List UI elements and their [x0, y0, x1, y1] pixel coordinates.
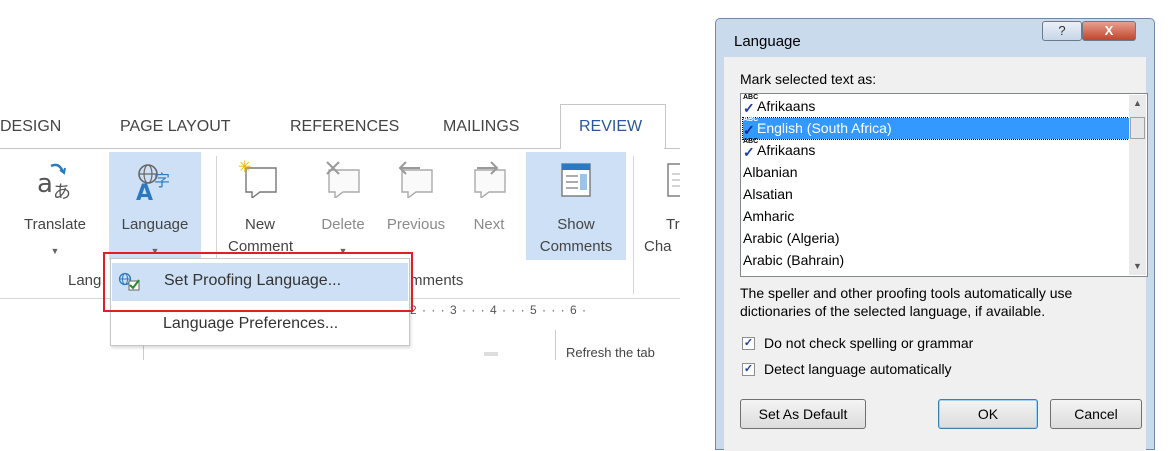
translate-label: Translate [24, 216, 86, 233]
language-name: Arabic (Bahrain) [743, 252, 845, 268]
language-button[interactable]: A 字 Language ▼ [109, 152, 201, 260]
proofing-check-icon: ✓ [743, 100, 755, 116]
language-list-item[interactable]: ABC ✓ Afrikaans [743, 138, 1131, 161]
show-comments-label-2: Comments [539, 238, 613, 255]
language-name: Afrikaans [757, 98, 816, 114]
language-label: Language [121, 216, 189, 233]
tab-review[interactable]: REVIEW [579, 118, 642, 136]
language-icon: A 字 [136, 164, 170, 202]
help-button[interactable]: ? [1042, 21, 1082, 41]
highlight-callout-box [103, 252, 413, 312]
comments-group-label: mments [410, 272, 464, 289]
language-name: Arabic (Algeria) [743, 230, 840, 246]
proofing-check-icon: ✓ [743, 144, 755, 160]
document-mark [484, 352, 498, 356]
next-label: Next [473, 216, 505, 233]
scroll-down-arrow-icon[interactable]: ▼ [1129, 258, 1146, 275]
next-comment-button[interactable]: Next [458, 152, 520, 260]
svg-text:a: a [37, 169, 53, 199]
language-name: Alsatian [743, 186, 793, 202]
detect-language-label: Detect language automatically [764, 361, 952, 377]
svg-text:字: 字 [154, 171, 170, 190]
language-listbox[interactable]: ABC ✓ Afrikaans ABC ✓ English (South Africa) A… [740, 93, 1148, 277]
track-changes-button[interactable]: Tr Cha [640, 152, 680, 260]
group-separator [633, 156, 634, 294]
svg-text:A: A [136, 181, 153, 202]
description-line-1: The speller and other proofing tools aut… [740, 285, 1073, 301]
language-dialog: Language ? X Mark selected text as: ABC ✓… [715, 18, 1155, 451]
language-list-item[interactable]: Alsatian [743, 184, 1131, 205]
new-comment-icon: ✳ [238, 158, 277, 198]
delete-label: Delete [321, 216, 365, 233]
language-list-item[interactable]: ABC ✓ English (South Africa) [742, 116, 1132, 140]
word-ribbon: DESIGN PAGE LAYOUT REFERENCES MAILINGS R… [0, 0, 680, 450]
chevron-down-icon: ▼ [50, 246, 60, 256]
tab-divider-line [664, 148, 680, 149]
delete-comment-icon [326, 161, 360, 198]
language-list-item[interactable]: Albanian [743, 162, 1131, 183]
scrollbar-thumb[interactable] [1130, 117, 1145, 139]
language-name: Afrikaans [757, 142, 816, 158]
document-text: Refresh the tab [566, 345, 655, 360]
track-changes-label-1: Tr [666, 216, 680, 233]
language-list-item[interactable]: Arabic (Bahrain) [743, 250, 1131, 271]
previous-comment-button[interactable]: Previous [376, 152, 456, 260]
previous-label: Previous [386, 216, 446, 233]
svg-text:✳: ✳ [238, 158, 251, 176]
document-edge [555, 330, 556, 360]
checkbox-box[interactable]: ✓ [742, 337, 755, 350]
menu-item-language-preferences[interactable]: Language Preferences... [163, 315, 338, 333]
track-changes-icon [667, 163, 680, 197]
tab-page-layout[interactable]: PAGE LAYOUT [120, 118, 231, 136]
translate-icon: a あ [37, 163, 71, 202]
tab-references[interactable]: REFERENCES [290, 118, 399, 136]
track-changes-label-2: Cha [644, 238, 672, 255]
horizontal-ruler: 2 · · · 3 · · · 4 · · · 5 · · · 6 · [410, 303, 587, 317]
next-comment-icon [474, 161, 506, 198]
dialog-body: Mark selected text as: ABC ✓ Afrikaans ABC ✓… [724, 57, 1148, 451]
ok-button[interactable]: OK [938, 399, 1038, 429]
tab-mailings[interactable]: MAILINGS [443, 118, 519, 136]
svg-text:あ: あ [53, 182, 71, 202]
list-scrollbar[interactable]: ▲ ▼ [1129, 95, 1146, 275]
dialog-title: Language [734, 33, 801, 50]
new-comment-label-1: New [244, 216, 275, 233]
show-comments-button[interactable]: Show Comments [526, 152, 626, 260]
language-list-item[interactable]: Amharic [743, 206, 1131, 227]
show-comments-label-1: Show [557, 216, 595, 233]
language-name: Albanian [743, 164, 798, 180]
tab-divider-line [0, 148, 560, 149]
do-not-check-label: Do not check spelling or grammar [764, 335, 974, 351]
proofing-check-icon: ✓ [743, 122, 755, 138]
language-name: Amharic [743, 208, 795, 224]
tab-design[interactable]: DESIGN [0, 118, 61, 136]
cancel-button[interactable]: Cancel [1050, 399, 1142, 429]
translate-button[interactable]: a あ Translate ▼ [2, 152, 108, 260]
show-comments-icon [561, 163, 591, 197]
scroll-up-arrow-icon[interactable]: ▲ [1129, 95, 1146, 112]
language-list-item[interactable]: ABC ✓ Afrikaans [743, 94, 1131, 117]
set-as-default-button[interactable]: Set As Default [740, 399, 866, 429]
description-line-2: dictionaries of the selected language, i… [740, 303, 1046, 319]
new-comment-button[interactable]: ✳ New Comment [228, 152, 293, 260]
language-group-label: Lang [68, 272, 102, 289]
previous-comment-icon [398, 161, 433, 198]
checkbox-box[interactable]: ✓ [742, 363, 755, 376]
language-name: English (South Africa) [757, 120, 892, 136]
delete-comment-button[interactable]: Delete ▼ [312, 152, 374, 260]
language-list-item[interactable]: Arabic (Algeria) [743, 228, 1131, 249]
mark-selected-label: Mark selected text as: [740, 71, 877, 87]
close-button[interactable]: X [1082, 21, 1136, 41]
